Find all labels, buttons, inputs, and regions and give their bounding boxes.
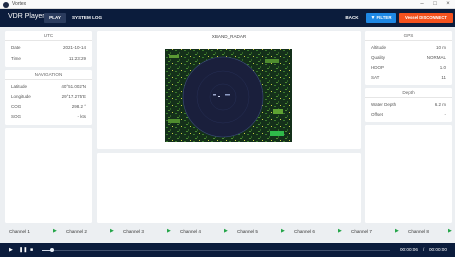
water-depth-row: Water Depth 6.2 m bbox=[371, 100, 446, 109]
channel-3-label: Channel 3 bbox=[123, 229, 144, 234]
maximize-icon[interactable]: □ bbox=[429, 0, 441, 9]
disconnect-button[interactable]: Vessel DISCONNECT bbox=[399, 13, 453, 23]
window-title: Vortex bbox=[12, 1, 27, 7]
playback-bar: ▶ ❚❚ ■ 00:00:06 / 00:00:00 bbox=[0, 243, 455, 257]
filter-icon: ▼ bbox=[370, 15, 376, 21]
channel-4-play-icon[interactable]: ▶ bbox=[224, 227, 228, 236]
utc-time-row: Time 11:23:29 bbox=[11, 54, 86, 63]
channel-2-label: Channel 2 bbox=[66, 229, 87, 234]
time-separator: / bbox=[423, 247, 425, 252]
close-icon[interactable]: × bbox=[442, 0, 454, 9]
quality-value: NORMAL bbox=[426, 55, 446, 60]
cog-row: COG 298.2 ° bbox=[11, 102, 86, 111]
radar-panel: XBAND_RADAR bbox=[97, 31, 361, 149]
water-depth-label: Water Depth bbox=[371, 102, 397, 107]
back-button[interactable]: BACK bbox=[341, 13, 363, 23]
stop-icon[interactable]: ■ bbox=[30, 245, 33, 255]
depth-panel: Depth Water Depth 6.2 m Offset - bbox=[365, 88, 452, 122]
hdop-label: HDOP bbox=[371, 65, 385, 70]
offset-value: - bbox=[444, 112, 447, 117]
channel-3-play-icon[interactable]: ▶ bbox=[167, 227, 171, 236]
sog-value: - kts bbox=[77, 114, 87, 119]
app-logo-icon bbox=[3, 1, 9, 8]
radar-image bbox=[165, 49, 292, 142]
navigation-title: NAVIGATION bbox=[5, 70, 92, 80]
filter-button[interactable]: ▼FILTER bbox=[366, 13, 396, 23]
channel-6-play-icon[interactable]: ▶ bbox=[338, 227, 342, 236]
gps-panel: GPS Altitude 10 m Quality NORMAL HDOP 1.… bbox=[365, 31, 452, 85]
altitude-label: Altitude bbox=[371, 45, 387, 50]
tab-play[interactable]: PLAY bbox=[44, 13, 66, 23]
left-empty-panel bbox=[5, 128, 92, 223]
tab-system-log[interactable]: SYSTEM LOG bbox=[70, 13, 104, 23]
total-time: 00:00:00 bbox=[429, 247, 447, 252]
date-label: Date bbox=[11, 45, 21, 50]
playback-slider[interactable] bbox=[42, 248, 390, 252]
window-titlebar: Vortex – □ × bbox=[0, 0, 455, 9]
center-empty-panel bbox=[97, 153, 361, 223]
water-depth-value: 6.2 m bbox=[434, 102, 446, 107]
depth-title: Depth bbox=[365, 88, 452, 98]
radar-title: XBAND_RADAR bbox=[211, 34, 247, 39]
hdop-row: HDOP 1.0 bbox=[371, 63, 446, 72]
sog-row: SOG - kts bbox=[11, 112, 86, 121]
radar-display[interactable] bbox=[165, 49, 292, 142]
time-value: 11:23:29 bbox=[68, 56, 86, 61]
channel-1-play-icon[interactable]: ▶ bbox=[53, 227, 57, 236]
channel-bar: Channel 1 ▶ Channel 2 ▶ Channel 3 ▶ Chan… bbox=[0, 227, 455, 236]
offset-label: Offset bbox=[371, 112, 383, 117]
filter-label: FILTER bbox=[376, 15, 392, 20]
cog-label: COG bbox=[11, 104, 22, 109]
latitude-value: 40°51.002'N bbox=[61, 84, 86, 89]
cog-value: 298.2 ° bbox=[71, 104, 86, 109]
sat-row: SAT 11 bbox=[371, 73, 446, 82]
latitude-label: Latitude bbox=[11, 84, 28, 89]
longitude-row: Longitude 29°17.275'E bbox=[11, 92, 86, 101]
minimize-icon[interactable]: – bbox=[416, 0, 428, 9]
app-header: VDR Player PLAY SYSTEM LOG BACK ▼FILTER … bbox=[0, 9, 455, 27]
date-value: 2021-10-14 bbox=[62, 45, 86, 50]
channel-5-label: Channel 5 bbox=[237, 229, 258, 234]
channel-8-label: Channel 8 bbox=[408, 229, 429, 234]
sat-label: SAT bbox=[371, 75, 380, 80]
quality-label: Quality bbox=[371, 55, 386, 60]
utc-title: UTC bbox=[5, 31, 92, 41]
channel-6-label: Channel 6 bbox=[294, 229, 315, 234]
gps-title: GPS bbox=[365, 31, 452, 41]
channel-4-label: Channel 4 bbox=[180, 229, 201, 234]
channel-7-label: Channel 7 bbox=[351, 229, 372, 234]
hdop-value: 1.0 bbox=[439, 65, 446, 70]
channel-2-play-icon[interactable]: ▶ bbox=[110, 227, 114, 236]
channel-7-play-icon[interactable]: ▶ bbox=[395, 227, 399, 236]
latitude-row: Latitude 40°51.002'N bbox=[11, 82, 86, 91]
longitude-label: Longitude bbox=[11, 94, 31, 99]
channel-1-label: Channel 1 bbox=[9, 229, 30, 234]
time-label: Time bbox=[11, 56, 21, 61]
sat-value: 11 bbox=[441, 75, 446, 80]
play-icon[interactable]: ▶ bbox=[9, 245, 13, 255]
app-name: VDR Player bbox=[8, 13, 45, 20]
right-empty-panel bbox=[365, 125, 452, 223]
quality-row: Quality NORMAL bbox=[371, 53, 446, 62]
utc-date-row: Date 2021-10-14 bbox=[11, 43, 86, 52]
offset-row: Offset - bbox=[371, 110, 446, 119]
altitude-row: Altitude 10 m bbox=[371, 43, 446, 52]
utc-panel: UTC Date 2021-10-14 Time 11:23:29 bbox=[5, 31, 92, 67]
longitude-value: 29°17.275'E bbox=[61, 94, 86, 99]
channel-8-play-icon[interactable]: ▶ bbox=[448, 227, 452, 236]
navigation-panel: NAVIGATION Latitude 40°51.002'N Longitud… bbox=[5, 70, 92, 125]
altitude-value: 10 m bbox=[435, 45, 446, 50]
channel-5-play-icon[interactable]: ▶ bbox=[281, 227, 285, 236]
sog-label: SOG bbox=[11, 114, 22, 119]
current-time: 00:00:06 bbox=[400, 247, 418, 252]
playback-knob[interactable] bbox=[50, 248, 55, 252]
pause-icon[interactable]: ❚❚ bbox=[19, 245, 27, 255]
